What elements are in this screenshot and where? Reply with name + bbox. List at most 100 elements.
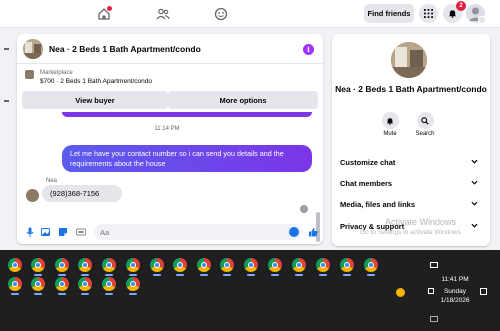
bell-icon[interactable]: [381, 112, 399, 129]
listing-profile-photo[interactable]: [391, 42, 427, 78]
chrome-taskbar-icon[interactable]: [126, 258, 140, 272]
taskbar-day[interactable]: Sunday: [438, 288, 472, 295]
chrome-taskbar-icon[interactable]: [126, 277, 140, 291]
chrome-taskbar-icon[interactable]: [244, 258, 258, 272]
customize-chat-row[interactable]: Customize chat: [332, 152, 490, 172]
taskbar-date[interactable]: 1/18/2026: [438, 297, 472, 304]
taskbar-active-indicator: [58, 274, 66, 276]
taskbar-active-indicator: [105, 293, 113, 295]
chevron-down-icon: [471, 223, 478, 228]
left-sidebar-edge: [0, 28, 14, 250]
chrome-taskbar-icon[interactable]: [268, 258, 282, 272]
search-icon[interactable]: [416, 112, 434, 129]
taskbar-active-indicator: [343, 274, 351, 276]
taskbar-active-indicator: [271, 274, 279, 276]
photo-icon[interactable]: [40, 226, 51, 237]
chat-title[interactable]: Nea · 2 Beds 1 Bath Apartment/condo: [49, 44, 201, 54]
taskbar-active-indicator: [176, 274, 184, 276]
show-desktop-icon[interactable]: [430, 316, 438, 322]
taskbar-time[interactable]: 11:41 PM: [438, 276, 472, 283]
chrome-taskbar-icon[interactable]: [364, 258, 378, 272]
chrome-taskbar-icon[interactable]: [340, 258, 354, 272]
taskbar-active-indicator: [319, 274, 327, 276]
incoming-message-bubble[interactable]: (928)368-7156: [42, 185, 122, 202]
taskbar-active-indicator: [58, 293, 66, 295]
chrome-taskbar-icon[interactable]: [102, 258, 116, 272]
outgoing-message-bubble[interactable]: Let me have your contact number so i can…: [62, 145, 312, 172]
message-input[interactable]: [94, 224, 302, 240]
taskbar-active-indicator: [247, 274, 255, 276]
taskbar-active-indicator: [223, 274, 231, 276]
chrome-taskbar-icon[interactable]: [150, 258, 164, 272]
chevron-down-icon: [471, 159, 478, 164]
read-receipt-avatar: [300, 205, 308, 213]
chrome-taskbar-icon[interactable]: [78, 277, 92, 291]
activate-windows-subtitle: Go to Settings to activate Windows: [360, 229, 461, 236]
sticker-icon[interactable]: [57, 226, 68, 237]
menu-grid-icon[interactable]: [419, 4, 438, 23]
chat-members-row[interactable]: Chat members: [332, 173, 490, 193]
notification-center-icon[interactable]: [480, 288, 487, 295]
chat-window: Nea · 2 Beds 1 Bath Apartment/condo i Ma…: [17, 34, 323, 244]
listing-price-title[interactable]: $700 · 2 Beds 1 Bath Apartment/condo: [40, 78, 152, 85]
chevron-down-icon: [471, 180, 478, 185]
mute-action[interactable]: Mute: [370, 112, 410, 137]
home-icon[interactable]: [95, 5, 113, 23]
chrome-taskbar-icon[interactable]: [8, 277, 22, 291]
chrome-taskbar-icon[interactable]: [173, 258, 187, 272]
gaming-icon[interactable]: [212, 5, 230, 23]
media-files-links-row[interactable]: Media, files and links: [332, 194, 490, 214]
info-icon[interactable]: i: [303, 44, 314, 55]
details-name: Nea · 2 Beds 1 Bath Apartment/condo: [335, 84, 487, 94]
find-friends-button[interactable]: Find friends: [364, 4, 414, 23]
more-options-button[interactable]: More options: [168, 91, 318, 109]
chrome-taskbar-icon[interactable]: [31, 277, 45, 291]
activate-windows-watermark: Activate Windows: [385, 217, 457, 227]
mute-label: Mute: [383, 131, 397, 137]
message-timestamp: 11:14 PM: [154, 126, 180, 132]
taskbar-active-indicator: [153, 274, 161, 276]
view-buyer-button[interactable]: View buyer: [22, 91, 168, 109]
listing-thumbnail: [25, 70, 34, 79]
marketplace-label: Marketplace: [40, 70, 73, 76]
chat-members-label: Chat members: [340, 178, 393, 188]
message-list[interactable]: 11:14 PM Let me have your contact number…: [17, 112, 323, 242]
chevron-down-icon: [471, 201, 478, 206]
home-notification-dot: [107, 6, 112, 11]
chrome-taskbar-icon[interactable]: [31, 258, 45, 272]
chrome-taskbar-icon[interactable]: [78, 258, 92, 272]
search-action[interactable]: Search: [405, 112, 445, 137]
microphone-icon[interactable]: [24, 226, 35, 237]
account-chevron-icon[interactable]: [478, 16, 486, 24]
chrome-taskbar-icon[interactable]: [102, 277, 116, 291]
top-navigation-bar: Find friends 2: [0, 0, 500, 28]
taskbar-active-indicator: [367, 274, 375, 276]
previous-outgoing-bubble: [62, 112, 312, 117]
chrome-taskbar-icon[interactable]: [8, 258, 22, 272]
chrome-taskbar-icon[interactable]: [55, 277, 69, 291]
customize-chat-label: Customize chat: [340, 157, 396, 167]
chat-listing-avatar[interactable]: [23, 39, 43, 59]
gif-icon[interactable]: [75, 226, 86, 237]
chrome-taskbar-icon[interactable]: [55, 258, 69, 272]
chrome-taskbar-icon[interactable]: [316, 258, 330, 272]
chrome-taskbar-icon[interactable]: [220, 258, 234, 272]
chrome-taskbar-icon[interactable]: [292, 258, 306, 272]
taskbar-active-indicator: [105, 274, 113, 276]
weather-moon-icon[interactable]: [396, 288, 405, 297]
notifications-bell-icon[interactable]: 2: [443, 1, 466, 23]
taskbar-active-indicator: [295, 274, 303, 276]
taskbar-active-indicator: [34, 274, 42, 276]
media-files-links-label: Media, files and links: [340, 199, 416, 209]
emoji-icon[interactable]: [289, 227, 299, 237]
friends-icon[interactable]: [154, 5, 172, 23]
taskbar-active-indicator: [34, 293, 42, 295]
volume-icon[interactable]: [428, 288, 434, 294]
thumbs-up-icon[interactable]: [307, 226, 318, 237]
search-label: Search: [415, 131, 435, 137]
notification-count-badge: 2: [456, 1, 466, 11]
sender-avatar[interactable]: [26, 189, 39, 202]
battery-icon[interactable]: [430, 262, 438, 268]
chrome-taskbar-icon[interactable]: [197, 258, 211, 272]
message-composer: [17, 220, 323, 244]
